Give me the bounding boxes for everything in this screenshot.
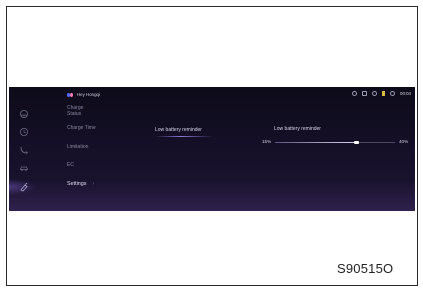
alert-flag-icon <box>382 91 385 96</box>
side-icon-rail <box>9 103 39 203</box>
steering-icon[interactable] <box>19 109 29 119</box>
charger-icon[interactable] <box>9 179 37 195</box>
slider-fill <box>275 142 357 143</box>
figure-code: S90515O <box>337 261 394 276</box>
infotainment-screen: Hey Hongqi 00:04 Charge Status Charge Ti… <box>9 87 415 211</box>
slider-thumb[interactable] <box>354 141 360 144</box>
voice-assistant-icon <box>67 92 74 97</box>
slider-title: Low battery reminder <box>274 126 321 132</box>
menu-item-charge-time[interactable]: Charge Time <box>67 125 96 131</box>
menu-item-label: Limitation <box>67 144 89 150</box>
car-icon[interactable] <box>19 163 29 173</box>
status-bar: Hey Hongqi 00:04 <box>9 87 415 101</box>
status-clock: 00:04 <box>400 91 411 96</box>
low-battery-threshold-slider[interactable] <box>275 141 395 144</box>
sim-icon <box>362 91 367 96</box>
menu-item-limitation[interactable]: Limitation <box>67 144 88 150</box>
location-icon <box>372 91 377 96</box>
low-battery-reminder-option[interactable]: Low battery reminder <box>155 127 202 133</box>
chevron-right-icon: › <box>92 181 95 187</box>
plug-icon[interactable] <box>19 145 29 155</box>
menu-item-label: Settings <box>67 181 87 187</box>
menu-item-label-line2: Status <box>67 111 82 117</box>
slider-max-label: 40% <box>399 139 409 144</box>
slider-min-label: 15% <box>262 139 272 144</box>
menu-item-label: Charge Time <box>67 125 96 131</box>
menu-item-settings[interactable]: Settings › <box>67 181 94 187</box>
microphone-icon <box>352 91 357 96</box>
voice-assistant[interactable]: Hey Hongqi <box>67 92 100 97</box>
signal-icon <box>390 91 395 96</box>
clock-icon[interactable] <box>19 127 29 137</box>
menu-item-ec[interactable]: EC <box>67 162 74 168</box>
menu-item-label: EC <box>67 162 74 168</box>
selection-underline <box>155 136 213 138</box>
menu-item-charge-status[interactable]: Charge Status <box>67 105 83 117</box>
status-icons: 00:04 <box>352 91 411 96</box>
voice-assistant-label: Hey Hongqi <box>77 92 100 97</box>
